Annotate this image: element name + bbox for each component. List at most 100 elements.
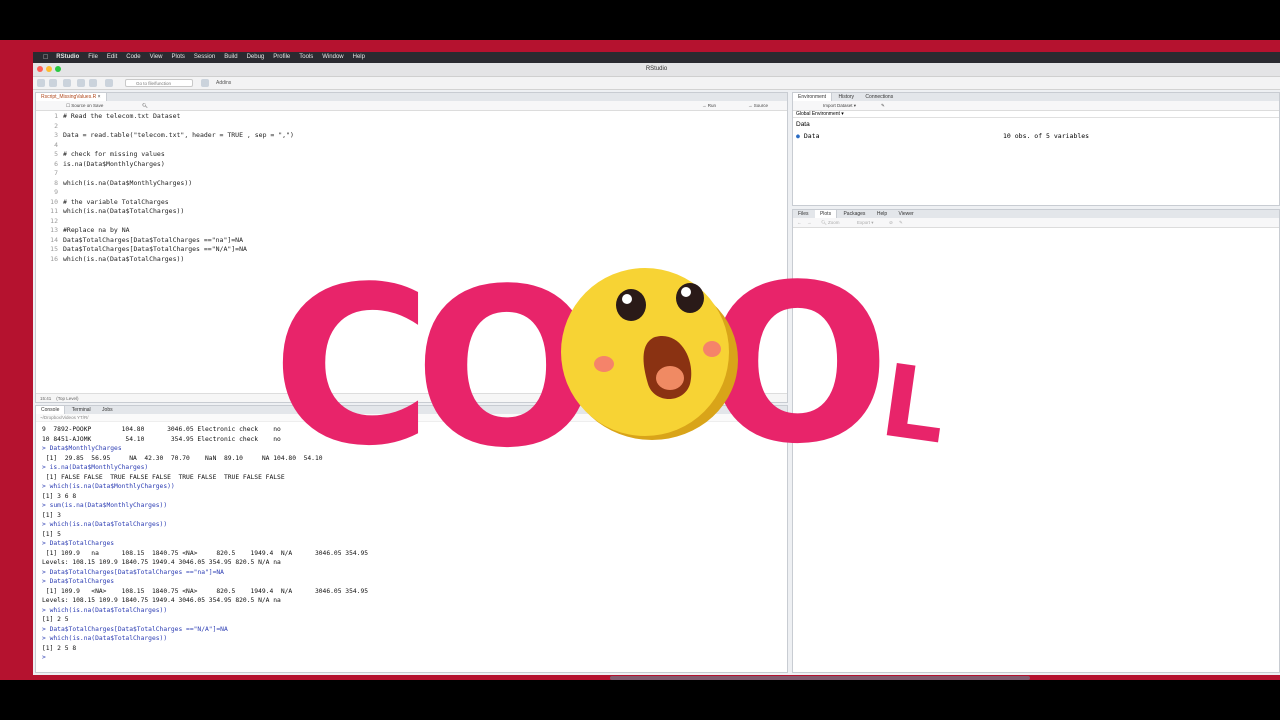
menu-session[interactable]: Session	[194, 52, 215, 63]
zoom-button[interactable]: 🔍︎ Zoom	[821, 218, 839, 227]
save-all-icon[interactable]	[89, 79, 97, 87]
code-line[interactable]: 4	[36, 141, 787, 151]
grid-layout-icon[interactable]	[201, 79, 209, 87]
tab-terminal[interactable]: Terminal	[67, 406, 96, 414]
code-text: # Read the telecom.txt Dataset	[63, 112, 181, 120]
line-number: 8	[54, 178, 58, 187]
tab-viewer[interactable]: Viewer	[894, 210, 919, 218]
code-line[interactable]: 14 Data$TotalCharges[Data$TotalCharges ==…	[36, 236, 787, 246]
tab-packages[interactable]: Packages	[838, 210, 870, 218]
code-line[interactable]: 10 # the variable TotalCharges	[36, 198, 787, 208]
code-text: which(is.na(Data$TotalCharges))	[63, 207, 185, 215]
tab-connections[interactable]: Connections	[860, 93, 898, 101]
import-dataset-button[interactable]: Import Dataset ▾	[823, 101, 856, 110]
code-line[interactable]: 15 Data$TotalCharges[Data$TotalCharges ==…	[36, 245, 787, 255]
close-tab-icon[interactable]: ×	[98, 94, 101, 100]
clear-plots-icon[interactable]: ✎	[899, 218, 903, 227]
menu-profile[interactable]: Profile	[273, 52, 290, 63]
export-button[interactable]: Export ▾	[857, 218, 874, 227]
line-number: 2	[54, 121, 58, 130]
menubar-app-name[interactable]: RStudio	[56, 52, 79, 63]
source-pane: Rscript_MissingValues.R × ☐ Source on Sa…	[35, 92, 788, 403]
tab-history[interactable]: History	[833, 93, 859, 101]
apple-icon[interactable]: 	[43, 52, 48, 63]
section-data-label: Data	[796, 121, 810, 128]
back-arrow-icon[interactable]: ←	[797, 218, 802, 227]
plots-toolbar: ← → 🔍︎ Zoom Export ▾ ⊘ ✎	[793, 218, 1279, 228]
console-command-line: > which(is.na(Data$TotalCharges))	[42, 606, 168, 614]
goto-file-input[interactable]: Go to file/function	[125, 79, 193, 87]
console-output-line: Levels: 108.15 109.9 1840.75 1949.4 3046…	[42, 597, 281, 604]
environment-scope-select[interactable]: Global Environment ▾	[793, 110, 1279, 118]
files-pane: Files Plots Packages Help Viewer ← → 🔍︎ …	[792, 209, 1280, 673]
environment-section-header: Data	[793, 120, 1279, 130]
code-text: which(is.na(Data$MonthlyCharges))	[63, 178, 193, 187]
menu-plots[interactable]: Plots	[172, 52, 185, 63]
code-line[interactable]: 13 #Replace na by NA	[36, 226, 787, 236]
code-line[interactable]: 9	[36, 188, 787, 198]
close-window-button[interactable]	[37, 66, 43, 72]
code-line[interactable]: 3 Data = read.table("telecom.txt", header…	[36, 131, 787, 141]
open-file-icon[interactable]	[63, 79, 71, 87]
tab-environment[interactable]: Environment	[793, 93, 833, 101]
code-text: Data = read.table("telecom.txt", header …	[63, 131, 294, 139]
code-line[interactable]: 5 # check for missing values	[36, 150, 787, 160]
menu-build[interactable]: Build	[224, 52, 237, 63]
tab-jobs[interactable]: Jobs	[97, 406, 118, 414]
source-on-save-checkbox[interactable]: ☐ Source on Save	[66, 101, 103, 110]
addins-menu[interactable]: Addins	[216, 77, 231, 89]
line-number: 10	[50, 197, 58, 206]
tab-console[interactable]: Console	[36, 406, 66, 414]
editor-tab[interactable]: Rscript_MissingValues.R ×	[36, 93, 107, 101]
expand-icon[interactable]: ●	[796, 132, 800, 140]
menu-tools[interactable]: Tools	[299, 52, 313, 63]
save-icon[interactable]	[77, 79, 85, 87]
minimize-window-button[interactable]	[46, 66, 52, 72]
environment-pane: Environment History Connections Import D…	[792, 92, 1280, 206]
search-icon[interactable]: 🔍︎	[142, 101, 148, 110]
menu-help[interactable]: Help	[353, 52, 365, 63]
code-line[interactable]: 12	[36, 217, 787, 227]
menu-window[interactable]: Window	[322, 52, 343, 63]
forward-arrow-icon[interactable]: →	[807, 218, 812, 227]
new-project-icon[interactable]	[49, 79, 57, 87]
run-button[interactable]: → Run	[702, 101, 716, 110]
code-line[interactable]: 8 which(is.na(Data$MonthlyCharges))	[36, 179, 787, 189]
menu-code[interactable]: Code	[126, 52, 140, 63]
code-editor[interactable]: 1 # Read the telecom.txt Dataset 2 3 Data = …	[36, 112, 787, 264]
code-line[interactable]: 11 which(is.na(Data$TotalCharges))	[36, 207, 787, 217]
print-icon[interactable]	[105, 79, 113, 87]
code-line[interactable]: 7	[36, 169, 787, 179]
broom-icon[interactable]: ✎	[881, 101, 885, 110]
code-line[interactable]: 2	[36, 122, 787, 132]
scope-indicator[interactable]: (Top Level)	[56, 396, 78, 401]
console-output[interactable]: 9 7892-POOKP 104.80 3046.05 Electronic c…	[42, 425, 368, 663]
console-output-line: [1] 2 5 8	[42, 644, 77, 652]
menu-edit[interactable]: Edit	[107, 52, 117, 63]
line-number: 11	[50, 207, 58, 215]
code-text: #Replace na by NA	[63, 226, 130, 234]
window-titlebar: RStudio	[33, 63, 1280, 77]
tab-plots[interactable]: Plots	[814, 210, 838, 218]
line-number: 16	[50, 254, 58, 263]
line-number: 13	[50, 226, 58, 234]
console-output-line: [1] 29.85 56.95 NA 42.30 70.70 NaN 89.10…	[42, 454, 323, 462]
code-text: Data$TotalCharges[Data$TotalCharges =="N…	[63, 245, 247, 253]
console-command-line: > which(is.na(Data$TotalCharges))	[42, 521, 168, 528]
code-line[interactable]: 6 is.na(Data$MonthlyCharges)	[36, 160, 787, 170]
menu-file[interactable]: File	[88, 52, 98, 63]
remove-plot-icon[interactable]: ⊘	[889, 218, 893, 227]
code-line[interactable]: 16 which(is.na(Data$TotalCharges))	[36, 255, 787, 265]
console-output-line: 9 7892-POOKP 104.80 3046.05 Electronic c…	[42, 426, 281, 433]
menu-view[interactable]: View	[150, 52, 163, 63]
tab-files[interactable]: Files	[793, 210, 814, 218]
zoom-label: Zoom	[827, 220, 840, 225]
line-number: 7	[54, 169, 58, 177]
menu-debug[interactable]: Debug	[247, 52, 265, 63]
new-file-icon[interactable]	[37, 79, 45, 87]
zoom-window-button[interactable]	[55, 66, 61, 72]
source-button[interactable]: → Source	[748, 101, 768, 110]
code-line[interactable]: 1 # Read the telecom.txt Dataset	[36, 112, 787, 122]
environment-variable-row[interactable]: ● Data 10 obs. of 5 variables	[793, 131, 1279, 141]
tab-help[interactable]: Help	[872, 210, 892, 218]
